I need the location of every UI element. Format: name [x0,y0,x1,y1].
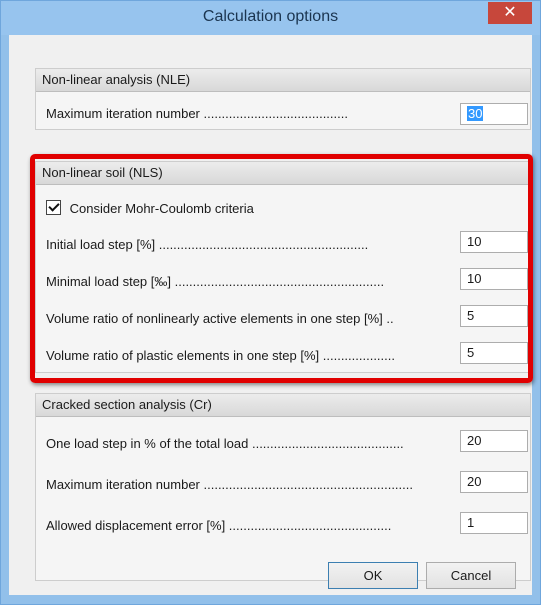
cr-load-step-label: One load step in % of the total load ...… [46,436,404,451]
cr-load-step-row: One load step in % of the total load ...… [46,430,528,455]
cr-displacement-error-row: Allowed displacement error [%] .........… [46,512,528,537]
cr-displacement-error-input[interactable]: 1 [460,512,528,534]
cr-load-step-input[interactable]: 20 [460,430,528,452]
nls-highlight-frame [30,154,533,383]
cr-max-iteration-row: Maximum iteration number ...............… [46,471,528,496]
nle-max-iteration-input[interactable]: 30 [460,103,528,125]
dialog-title: Calculation options [202,8,339,25]
ok-button[interactable]: OK [328,562,418,589]
cr-max-iteration-label: Maximum iteration number ...............… [46,477,413,492]
group-cr-header: Cracked section analysis (Cr) [36,394,530,417]
cr-displacement-error-label: Allowed displacement error [%] .........… [46,518,392,533]
close-button[interactable]: ✕ [488,2,532,24]
cancel-button[interactable]: Cancel [426,562,516,589]
close-icon: ✕ [503,4,517,21]
nle-max-iteration-row: Maximum iteration number ...............… [46,103,528,125]
group-nle: Non-linear analysis (NLE) Maximum iterat… [35,68,531,130]
group-nle-header: Non-linear analysis (NLE) [36,69,530,92]
group-cr: Cracked section analysis (Cr) One load s… [35,393,531,581]
nle-max-iteration-label: Maximum iteration number ...............… [46,106,348,121]
cr-max-iteration-input[interactable]: 20 [460,471,528,493]
title-bar[interactable]: Calculation options ✕ [1,1,540,35]
